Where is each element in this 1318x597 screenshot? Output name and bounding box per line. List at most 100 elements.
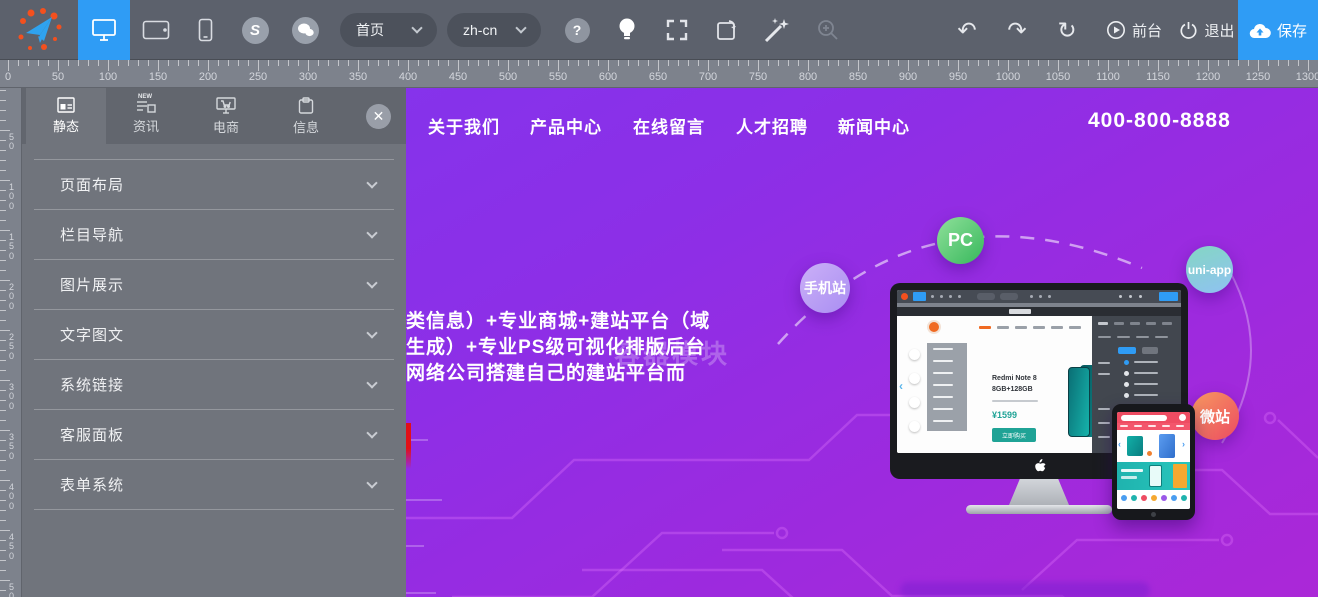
- section-text-graphic[interactable]: 文字图文: [34, 310, 394, 360]
- tab-static-label: 静态: [53, 116, 79, 135]
- vertical-ruler: 5 01 0 01 5 02 0 02 5 03 0 03 5 04 0 04 …: [0, 88, 22, 597]
- wechat-icon: [292, 17, 319, 44]
- tablet-icon: [142, 20, 170, 40]
- imac-shadow: [900, 582, 1150, 597]
- component-accordion: 页面布局 栏目导航 图片展示 文字图文 系统链接 客服面板 表单系统: [34, 159, 394, 510]
- horizontal-ruler: 0501001502002503003504004505005506006507…: [0, 60, 1318, 88]
- section-column-nav[interactable]: 栏目导航: [34, 210, 394, 260]
- device-tablet-button[interactable]: [132, 0, 180, 60]
- lightbulb-icon: [617, 17, 637, 43]
- panel-tab-bar: 静态 NEW 资讯 电商: [22, 88, 406, 144]
- bubble-mobile-site-label: 手机站: [804, 278, 846, 298]
- refresh-button[interactable]: ↻: [1050, 0, 1084, 60]
- section-system-links[interactable]: 系统链接: [34, 360, 394, 410]
- redo-button[interactable]: ↷: [1000, 0, 1034, 60]
- component-panel: 静态 NEW 资讯 电商: [22, 88, 406, 597]
- site-phone-number[interactable]: 400-800-8888: [1088, 109, 1231, 133]
- bubble-uniapp-label: uni-app: [1188, 263, 1231, 277]
- page-select-value: 首页: [356, 20, 384, 40]
- section-label: 页面布局: [60, 174, 124, 195]
- section-label: 图片展示: [60, 274, 124, 295]
- tab-static[interactable]: 静态: [26, 88, 106, 144]
- chevron-down-icon: [366, 227, 377, 238]
- section-form-system[interactable]: 表单系统: [34, 460, 394, 510]
- bubble-pc-label: PC: [948, 230, 973, 251]
- tab-info-label: 信息: [293, 117, 319, 136]
- find-replace-button[interactable]: [810, 0, 846, 60]
- miniprogram-button[interactable]: S: [232, 0, 278, 60]
- bubble-weisite-label: 微站: [1200, 406, 1230, 427]
- save-button[interactable]: 保存: [1238, 0, 1318, 60]
- section-label: 系统链接: [60, 374, 124, 395]
- front-label: 前台: [1132, 20, 1162, 41]
- editor-window: S 首页 zh-cn ?: [0, 0, 1318, 597]
- section-label: 客服面板: [60, 424, 124, 445]
- top-toolbar: S 首页 zh-cn ?: [0, 0, 1318, 60]
- site-nav-news[interactable]: 新闻中心: [838, 113, 910, 138]
- save-label: 保存: [1277, 20, 1307, 41]
- device-phone-button[interactable]: [182, 0, 228, 60]
- tab-news-label: 资讯: [133, 116, 159, 135]
- tab-news[interactable]: NEW 资讯: [106, 88, 186, 144]
- page-select[interactable]: 首页: [340, 13, 437, 47]
- chevron-down-icon: [366, 427, 377, 438]
- import-icon: [715, 18, 739, 42]
- bubble-pc: PC: [937, 217, 984, 264]
- import-template-button[interactable]: [710, 0, 744, 60]
- desktop-icon: [91, 18, 117, 42]
- search-zoom-icon: [815, 17, 841, 43]
- mini-sidebar: [927, 343, 967, 431]
- language-select-value: zh-cn: [463, 22, 497, 38]
- hero-line-1: 类信息）+专业商城+建站平台（域: [406, 309, 710, 335]
- device-desktop-button[interactable]: [78, 0, 130, 60]
- section-service-panel[interactable]: 客服面板: [34, 410, 394, 460]
- paper-plane-logo-icon: [14, 7, 64, 53]
- container-module-watermark: 容器模块: [614, 334, 730, 371]
- power-icon: [1179, 20, 1198, 40]
- news-module-icon: NEW: [136, 97, 156, 113]
- preview-front-button[interactable]: 前台: [1098, 0, 1170, 60]
- undo-button[interactable]: ↶: [950, 0, 984, 60]
- magic-wand-button[interactable]: [758, 0, 794, 60]
- chevron-down-icon: [515, 22, 526, 33]
- phone-icon: [198, 18, 213, 42]
- help-button[interactable]: ?: [560, 0, 594, 60]
- tablet-illustration: ‹ ›: [1112, 404, 1195, 520]
- exit-button[interactable]: 退出: [1174, 0, 1240, 60]
- mini-carousel-prev: ‹: [899, 379, 903, 393]
- tab-ecommerce[interactable]: 电商: [186, 88, 266, 144]
- chevron-down-icon: [366, 477, 377, 488]
- wechat-button[interactable]: [282, 0, 328, 60]
- section-label: 表单系统: [60, 474, 124, 495]
- tablet-screen: ‹ ›: [1117, 412, 1190, 509]
- tab-info[interactable]: 信息: [266, 88, 346, 144]
- site-nav-products[interactable]: 产品中心: [530, 113, 602, 138]
- mini-product-price: ¥1599: [992, 410, 1017, 420]
- chevron-down-icon: [366, 277, 377, 288]
- exit-label: 退出: [1204, 20, 1234, 41]
- site-nav-jobs[interactable]: 人才招聘: [736, 113, 808, 138]
- ecommerce-module-icon: [216, 97, 236, 114]
- section-image-display[interactable]: 图片展示: [34, 260, 394, 310]
- cloud-save-icon: [1249, 22, 1271, 39]
- language-select[interactable]: zh-cn: [447, 13, 541, 47]
- app-logo[interactable]: [8, 0, 70, 60]
- site-nav-message[interactable]: 在线留言: [633, 113, 705, 138]
- help-icon: ?: [565, 18, 590, 43]
- mini-product-title: Redmi Note 8: [992, 375, 1037, 382]
- info-module-icon: [298, 97, 314, 114]
- chevron-down-icon: [411, 22, 422, 33]
- section-label: 栏目导航: [60, 224, 124, 245]
- chevron-down-icon: [366, 327, 377, 338]
- mini-product-subtitle: 8GB+128GB: [992, 386, 1033, 393]
- tips-button[interactable]: [610, 0, 644, 60]
- fullscreen-button[interactable]: [660, 0, 694, 60]
- mini-phone-front: [1068, 367, 1090, 437]
- mini-toolbar: [897, 290, 1181, 303]
- site-nav-about[interactable]: 关于我们: [428, 113, 500, 138]
- panel-close-button[interactable]: ✕: [366, 104, 391, 129]
- apple-logo-icon: [1033, 459, 1046, 474]
- chevron-down-icon: [366, 377, 377, 388]
- bubble-uniapp: uni-app: [1186, 246, 1233, 293]
- section-page-layout[interactable]: 页面布局: [34, 160, 394, 210]
